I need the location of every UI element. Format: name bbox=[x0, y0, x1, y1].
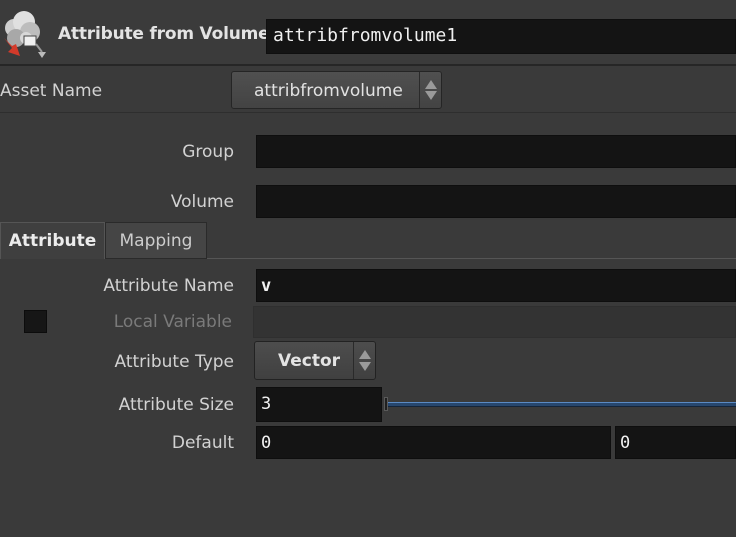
menu-spinner-icon bbox=[419, 72, 441, 108]
attribute-size-label: Attribute Size bbox=[118, 395, 234, 415]
node-name-input[interactable]: attribfromvolume1 bbox=[266, 19, 736, 54]
asset-name-value: attribfromvolume bbox=[254, 81, 403, 101]
local-variable-field bbox=[253, 306, 736, 338]
group-label: Group bbox=[182, 142, 234, 162]
asset-name-menu[interactable]: attribfromvolume bbox=[231, 71, 442, 109]
volume-cloud-icon bbox=[0, 8, 58, 64]
attribute-type-value: Vector bbox=[278, 351, 341, 371]
node-type-title: Attribute from Volume bbox=[58, 24, 270, 44]
tab-mapping[interactable]: Mapping bbox=[105, 222, 207, 259]
slider-handle[interactable] bbox=[384, 397, 388, 411]
tab-bar: Attribute Mapping bbox=[0, 222, 736, 259]
attribute-size-field[interactable]: 3 bbox=[256, 387, 382, 422]
group-field[interactable] bbox=[256, 135, 736, 168]
default-field-x[interactable]: 0 bbox=[256, 426, 611, 459]
attribute-name-label: Attribute Name bbox=[103, 276, 234, 296]
attribute-name-field[interactable]: v bbox=[256, 269, 736, 302]
asset-name-label: Asset Name bbox=[0, 81, 103, 101]
attribute-type-label: Attribute Type bbox=[114, 352, 234, 372]
tab-attribute[interactable]: Attribute bbox=[0, 222, 105, 259]
menu-spinner-icon bbox=[353, 342, 375, 379]
volume-label: Volume bbox=[170, 192, 234, 212]
attribute-type-menu[interactable]: Vector bbox=[254, 341, 376, 380]
local-variable-checkbox[interactable] bbox=[24, 310, 47, 333]
node-header: Attribute from Volume attribfromvolume1 bbox=[0, 0, 736, 66]
default-label: Default bbox=[171, 433, 234, 453]
volume-field[interactable] bbox=[256, 185, 736, 218]
attribute-size-slider[interactable] bbox=[387, 402, 736, 407]
default-field-y[interactable]: 0 bbox=[615, 426, 736, 459]
local-variable-label: Local Variable bbox=[113, 312, 232, 332]
asset-name-row: Asset Name attribfromvolume bbox=[0, 68, 736, 113]
